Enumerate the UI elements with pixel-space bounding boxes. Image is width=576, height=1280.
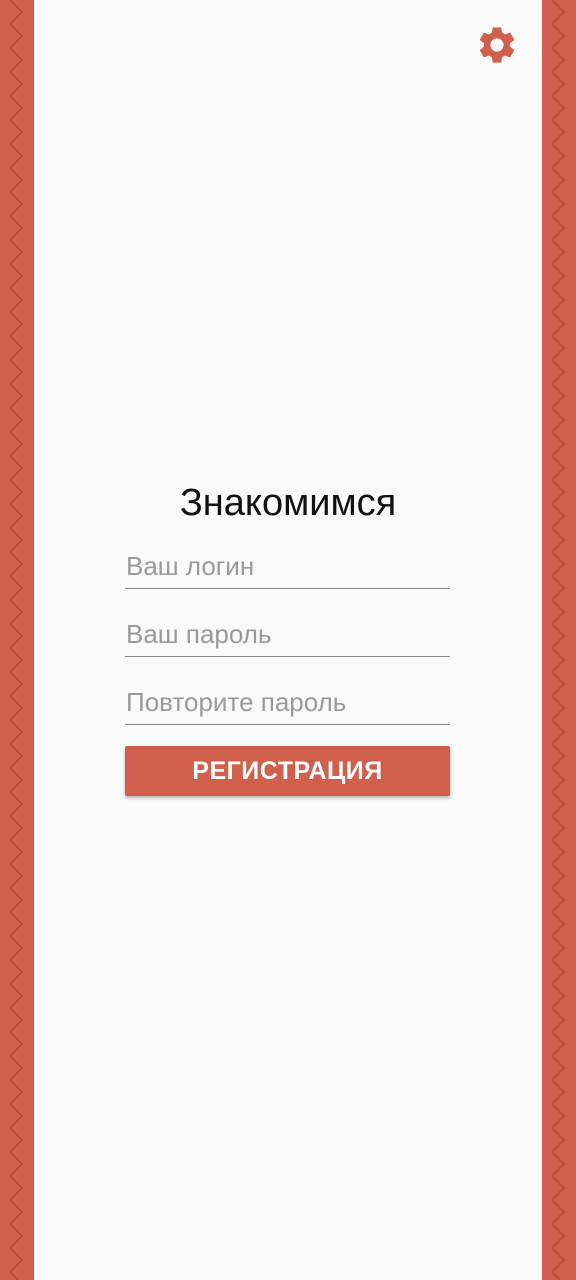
repeat-password-field[interactable] <box>125 680 450 725</box>
gear-icon <box>475 23 519 72</box>
right-decorative-border <box>542 0 576 1280</box>
repeat-password-input[interactable] <box>125 680 450 724</box>
register-button[interactable]: РЕГИСТРАЦИЯ <box>125 746 450 796</box>
registration-screen: Знакомимся РЕГИСТРАЦИЯ <box>34 0 542 1280</box>
login-input[interactable] <box>125 544 450 588</box>
password-field[interactable] <box>125 612 450 657</box>
password-input[interactable] <box>125 612 450 656</box>
page-title: Знакомимся <box>179 482 397 524</box>
settings-button[interactable] <box>475 25 519 69</box>
login-field[interactable] <box>125 544 450 589</box>
left-decorative-border <box>0 0 34 1280</box>
